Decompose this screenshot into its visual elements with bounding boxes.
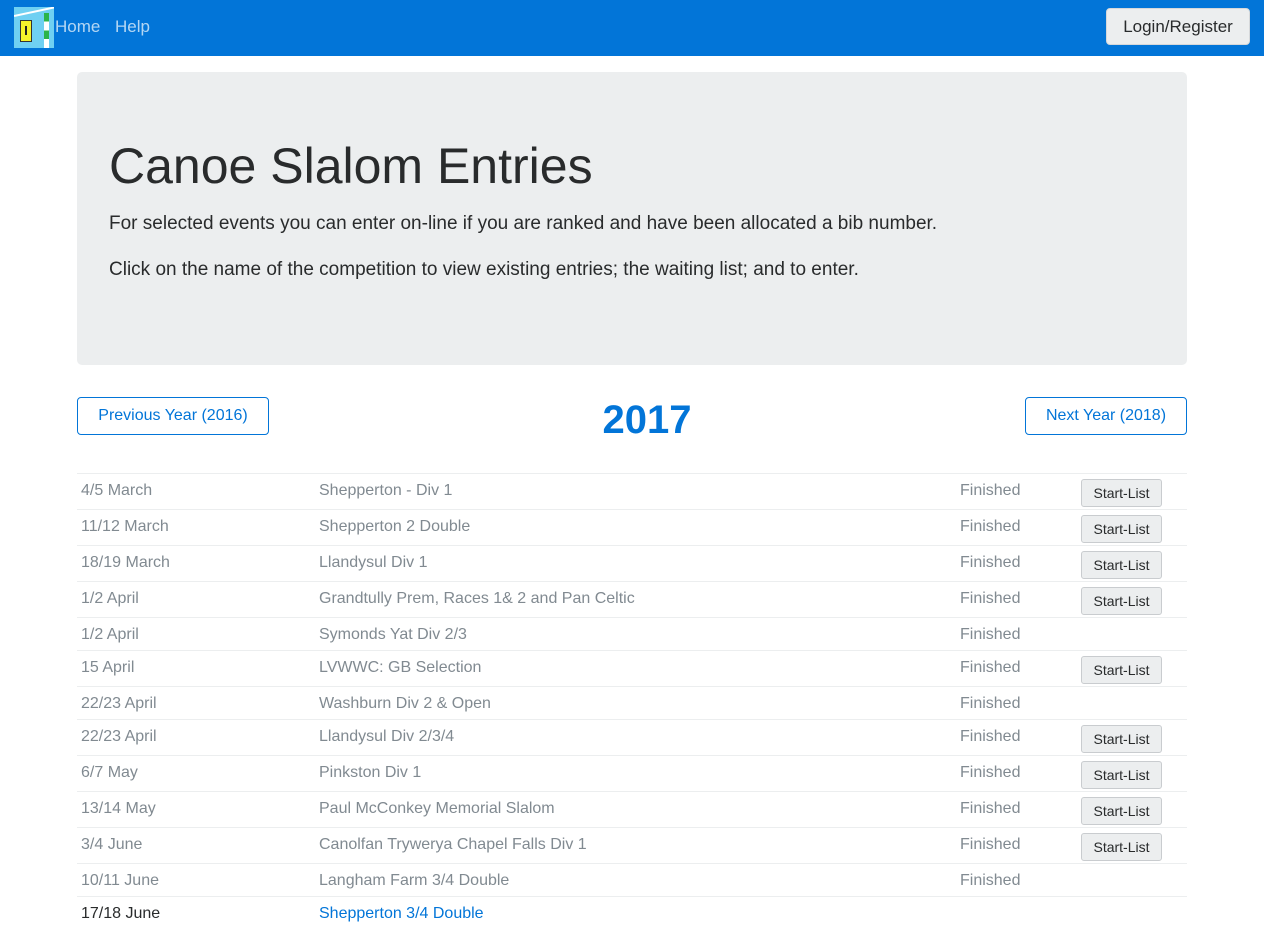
table-row: 11/12 March Shepperton 2 Double Finished St… bbox=[77, 509, 1187, 545]
event-date: 1/2 April bbox=[81, 626, 139, 643]
table-row: 1/2 April Grandtully Prem, Races 1& 2 and… bbox=[77, 581, 1187, 617]
start-list-button[interactable]: Start-List bbox=[1081, 797, 1162, 825]
event-status: Finished bbox=[960, 836, 1021, 853]
start-list-button[interactable]: Start-List bbox=[1081, 761, 1162, 789]
event-date: 18/19 March bbox=[81, 554, 170, 571]
event-date: 17/18 June bbox=[81, 905, 161, 922]
event-name-link[interactable]: Canolfan Trywerya Chapel Falls Div 1 bbox=[319, 836, 587, 854]
top-navbar: Home Help Login/Register bbox=[0, 0, 1264, 56]
event-name-link[interactable]: Symonds Yat Div 2/3 bbox=[319, 626, 467, 644]
current-year-heading: 2017 bbox=[602, 398, 692, 442]
event-date: 11/12 March bbox=[81, 518, 169, 535]
table-row: 1/2 April Symonds Yat Div 2/3 Finished bbox=[77, 617, 1187, 650]
event-status: Finished bbox=[960, 659, 1021, 676]
event-date: 22/23 April bbox=[81, 728, 157, 745]
event-name-link[interactable]: Langham Farm 3/4 Double bbox=[319, 872, 509, 890]
intro-banner: Canoe Slalom Entries For selected events… bbox=[77, 72, 1187, 365]
event-name-link[interactable]: Washburn Div 2 & Open bbox=[319, 695, 491, 713]
table-row: 3/4 June Canolfan Trywerya Chapel Falls D… bbox=[77, 827, 1187, 863]
table-row: 18/19 March Llandysul Div 1 Finished Start-… bbox=[77, 545, 1187, 581]
event-status: Finished bbox=[960, 626, 1021, 643]
event-status: Finished bbox=[960, 590, 1021, 607]
table-row: 17/18 June Shepperton 3/4 Double bbox=[77, 896, 1187, 929]
intro-paragraph-1: For selected events you can enter on-lin… bbox=[109, 213, 938, 234]
start-list-button[interactable]: Start-List bbox=[1081, 725, 1162, 753]
event-name-link[interactable]: Shepperton 3/4 Double bbox=[319, 905, 484, 923]
start-list-button[interactable]: Start-List bbox=[1081, 479, 1162, 507]
event-name-link[interactable]: Shepperton 2 Double bbox=[319, 518, 470, 536]
event-date: 10/11 June bbox=[81, 872, 159, 889]
start-list-button[interactable]: Start-List bbox=[1081, 515, 1162, 543]
table-row: 22/23 April Washburn Div 2 & Open Finished bbox=[77, 686, 1187, 719]
event-name-link[interactable]: Shepperton - Div 1 bbox=[319, 482, 452, 500]
event-name-link[interactable]: LVWWC: GB Selection bbox=[319, 659, 481, 677]
event-status: Finished bbox=[960, 764, 1021, 781]
login-register-button[interactable]: Login/Register bbox=[1106, 8, 1250, 45]
event-name-link[interactable]: Pinkston Div 1 bbox=[319, 764, 421, 782]
start-list-button[interactable]: Start-List bbox=[1081, 833, 1162, 861]
table-row: 13/14 May Paul McConkey Memorial Slalom Fi… bbox=[77, 791, 1187, 827]
table-row: 4/5 March Shepperton - Div 1 Finished Start… bbox=[77, 473, 1187, 509]
events-table: 4/5 March Shepperton - Div 1 Finished Start… bbox=[77, 473, 1187, 929]
event-name-link[interactable]: Grandtully Prem, Races 1& 2 and Pan Celt… bbox=[319, 590, 635, 608]
start-list-button[interactable]: Start-List bbox=[1081, 587, 1162, 615]
nav-help-link[interactable]: Help bbox=[115, 17, 150, 37]
event-status: Finished bbox=[960, 728, 1021, 745]
previous-year-button[interactable]: Previous Year (2016) bbox=[77, 397, 269, 435]
nav-home-link[interactable]: Home bbox=[55, 17, 100, 37]
event-date: 1/2 April bbox=[81, 590, 139, 607]
start-list-button[interactable]: Start-List bbox=[1081, 656, 1162, 684]
event-date: 4/5 March bbox=[81, 482, 153, 499]
start-list-button[interactable]: Start-List bbox=[1081, 551, 1162, 579]
page-title: Canoe Slalom Entries bbox=[109, 138, 593, 194]
event-status: Finished bbox=[960, 872, 1021, 889]
slalom-logo-icon[interactable] bbox=[14, 7, 54, 48]
event-date: 15 April bbox=[81, 659, 135, 676]
table-row: 10/11 June Langham Farm 3/4 Double Finishe… bbox=[77, 863, 1187, 896]
event-date: 22/23 April bbox=[81, 695, 157, 712]
table-row: 22/23 April Llandysul Div 2/3/4 Finished St… bbox=[77, 719, 1187, 755]
next-year-button[interactable]: Next Year (2018) bbox=[1025, 397, 1187, 435]
event-status: Finished bbox=[960, 800, 1021, 817]
event-status: Finished bbox=[960, 695, 1021, 712]
event-name-link[interactable]: Paul McConkey Memorial Slalom bbox=[319, 800, 555, 818]
event-date: 13/14 May bbox=[81, 800, 156, 817]
table-row: 6/7 May Pinkston Div 1 Finished Start-List bbox=[77, 755, 1187, 791]
event-name-link[interactable]: Llandysul Div 1 bbox=[319, 554, 428, 572]
event-date: 6/7 May bbox=[81, 764, 138, 781]
event-date: 3/4 June bbox=[81, 836, 143, 853]
event-status: Finished bbox=[960, 482, 1021, 499]
event-status: Finished bbox=[960, 554, 1021, 571]
event-status: Finished bbox=[960, 518, 1021, 535]
table-row: 15 April LVWWC: GB Selection Finished Start… bbox=[77, 650, 1187, 686]
event-name-link[interactable]: Llandysul Div 2/3/4 bbox=[319, 728, 454, 746]
intro-paragraph-2: Click on the name of the competition to … bbox=[109, 259, 859, 280]
